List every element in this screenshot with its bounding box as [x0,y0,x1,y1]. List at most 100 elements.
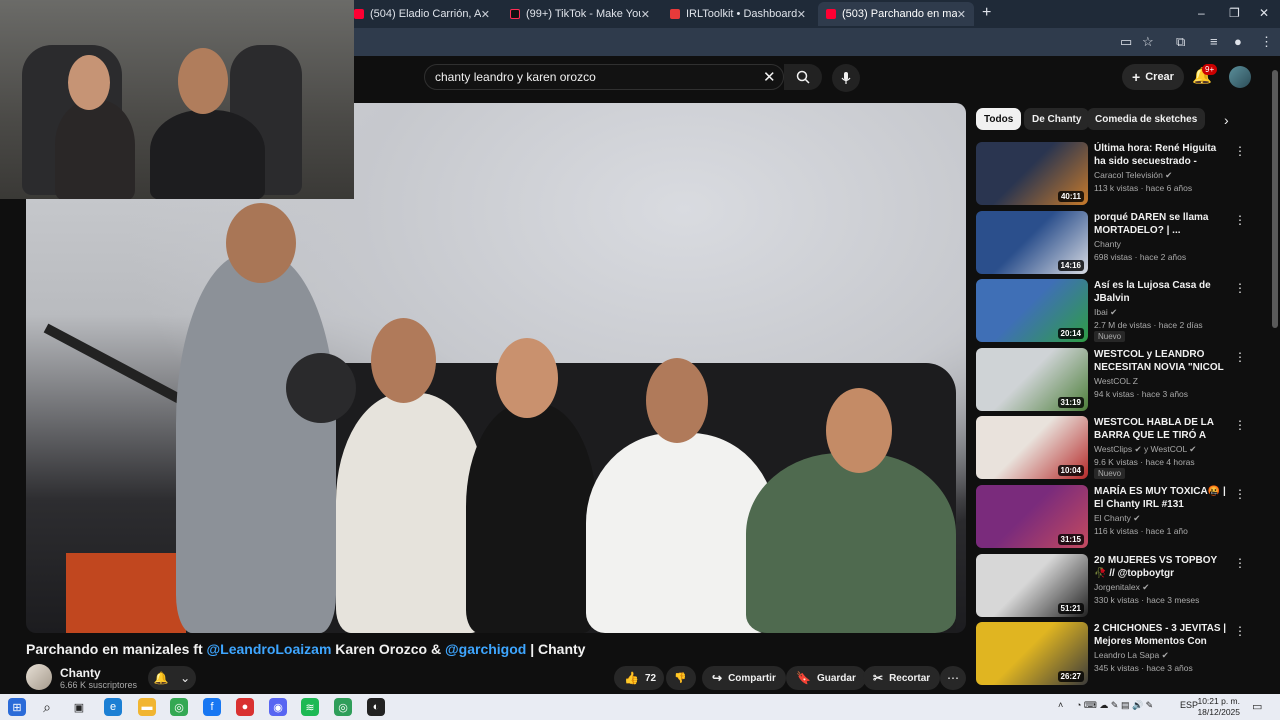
recommendation-item[interactable]: 31:19 WESTCOL y LEANDRO NECESITAN NOVIA "… [976,348,1246,412]
recommendation-item[interactable]: 40:11 Última hora: René Higuita ha sido s… [976,142,1246,206]
save-button[interactable]: 🔖 Guardar [786,666,866,690]
video-thumbnail[interactable]: 31:15 [976,485,1088,548]
close-tab-icon[interactable]: ✕ [797,8,806,21]
more-actions-button[interactable]: ⋯ [940,666,966,690]
search-button[interactable] [784,64,822,90]
recommendation-title[interactable]: porqué DAREN se llama MORTADELO? | ... [1094,211,1228,237]
recommendation-item[interactable]: 14:16 porqué DAREN se llama MORTADELO? | … [976,211,1246,275]
task-view-icon[interactable]: ▣ [70,698,88,716]
cast-icon[interactable]: ▭ [1120,34,1132,50]
video-thumbnail[interactable]: 14:16 [976,211,1088,274]
recommendation-channel[interactable]: Ibai ✔ [1094,307,1117,318]
search-icon[interactable]: ⌕ [38,698,56,716]
recommendation-item[interactable]: 10:04 WESTCOL HABLA DE LA BARRA QUE LE TI… [976,416,1246,480]
more-options-icon[interactable]: ⋮ [1234,624,1246,638]
recommendation-item[interactable]: 26:27 2 CHICHONES - 3 JEVITAS | Mejores M… [976,622,1246,686]
chevron-right-icon[interactable]: › [1224,112,1229,128]
mention-link[interactable]: @LeandroLoaizam [207,641,332,657]
tab-parchando[interactable]: (503) Parchando en manizales ✕ [818,2,974,26]
clear-search-icon[interactable]: ✕ [763,68,776,86]
video-thumbnail[interactable]: 10:04 [976,416,1088,479]
file-explorer-icon[interactable]: ▬ [138,698,156,716]
share-button[interactable]: ↪ Compartir [702,666,786,690]
recommendation-channel[interactable]: Chanty [1094,239,1121,249]
subscription-bell-button[interactable]: 🔔 ⌄ [148,666,196,690]
minimize-button[interactable]: – [1198,6,1205,20]
channel-name[interactable]: Chanty [60,666,101,680]
facebook-icon[interactable]: f [203,698,221,716]
recommendation-title[interactable]: 20 MUJERES VS TOPBOY 🥀 // @topboytgr [1094,554,1228,580]
video-duration: 31:19 [1057,397,1084,408]
more-options-icon[interactable]: ⋮ [1234,350,1246,364]
channel-avatar[interactable] [26,664,52,690]
close-tab-icon[interactable]: ✕ [481,8,490,21]
dislike-button[interactable]: 👎 [666,666,696,690]
recommendation-channel[interactable]: El Chanty ✔ [1094,513,1140,524]
save-label: Guardar [816,672,856,684]
voice-search-button[interactable] [832,64,860,92]
spotify-icon[interactable]: ≋ [301,698,319,716]
close-tab-icon[interactable]: ✕ [957,8,966,21]
microphone-icon [841,72,851,84]
search-input[interactable]: chanty leandro y karen orozco [424,64,784,90]
mention-link[interactable]: @garchigod [445,641,526,657]
video-thumbnail[interactable]: 51:21 [976,554,1088,617]
more-options-icon[interactable]: ⋮ [1234,556,1246,570]
recommendation-item[interactable]: 51:21 20 MUJERES VS TOPBOY 🥀 // @topboytg… [976,554,1246,618]
recommendation-channel[interactable]: Jorgenitalex ✔ [1094,582,1149,593]
chip-comedia[interactable]: Comedia de sketches [1087,108,1206,130]
more-options-icon[interactable]: ⋮ [1234,213,1246,227]
account-avatar[interactable] [1229,66,1251,88]
video-person-head [226,203,296,283]
recommendation-channel[interactable]: WestCOL Z [1094,376,1138,386]
close-window-button[interactable]: ✕ [1259,6,1269,20]
tray-icons[interactable]: ◔ ⌨ ☁ ✎ ▤ 🔊 ✎ [1076,700,1153,711]
recommendation-title[interactable]: Así es la Lujosa Casa de JBalvin [1094,279,1228,305]
chip-todos[interactable]: Todos [976,108,1022,130]
video-thumbnail[interactable]: 20:14 [976,279,1088,342]
recommendation-title[interactable]: 2 CHICHONES - 3 JEVITAS | Mejores Moment… [1094,622,1228,648]
obs-icon[interactable]: ◐ [367,698,385,716]
restore-button[interactable]: ❐ [1229,6,1240,20]
app-icon[interactable]: ● [236,698,254,716]
video-thumbnail[interactable]: 40:11 [976,142,1088,205]
system-clock[interactable]: 10:21 p. m. 18/12/2025 [1196,696,1240,718]
recommendation-item[interactable]: 20:14 Así es la Lujosa Casa de JBalvin Iba… [976,279,1246,343]
recommendation-item[interactable]: 31:15 MARÍA ES MUY TOXICA🤬 | El Chanty IR… [976,485,1246,549]
recommendation-title[interactable]: WESTCOL y LEANDRO NECESITAN NOVIA "NICOL… [1094,348,1228,374]
recommendation-channel[interactable]: Caracol Televisión ✔ [1094,170,1172,181]
like-button[interactable]: 👍 72 [614,666,664,690]
tab-eladio[interactable]: (504) Eladio Carrión, Arcángel ✕ [346,2,498,26]
scrollbar[interactable] [1272,70,1278,328]
chrome-profile-icon[interactable]: ◎ [334,698,352,716]
recommendation-channel[interactable]: WestClips ✔ y WestCOL ✔ [1094,444,1196,455]
recommendation-title[interactable]: WESTCOL HABLA DE LA BARRA QUE LE TIRÓ A … [1094,416,1228,442]
more-options-icon[interactable]: ⋮ [1234,144,1246,158]
recommendation-title[interactable]: Última hora: René Higuita ha sido secues… [1094,142,1228,168]
chip-de-chanty[interactable]: De Chanty [1024,108,1090,130]
recommendation-channel[interactable]: Leandro La Sapa ✔ [1094,650,1169,661]
new-tab-button[interactable]: + [982,4,991,22]
more-options-icon[interactable]: ⋮ [1234,418,1246,432]
menu-icon[interactable]: ⋮ [1260,34,1273,50]
windows-start-icon[interactable]: ⊞ [8,698,26,716]
chrome-icon[interactable]: ◎ [170,698,188,716]
edge-icon[interactable]: e [104,698,122,716]
profile-icon[interactable]: ● [1234,34,1242,49]
tab-tiktok[interactable]: (99+) TikTok - Make Your Day ✕ [502,2,658,26]
more-options-icon[interactable]: ⋮ [1234,487,1246,501]
extensions-icon[interactable]: ⧉ [1176,34,1185,50]
bookmark-star-icon[interactable]: ☆ [1142,34,1154,50]
video-thumbnail[interactable]: 31:19 [976,348,1088,411]
discord-icon[interactable]: ◉ [269,698,287,716]
chevron-up-icon[interactable]: ˄ [1058,700,1063,710]
close-tab-icon[interactable]: ✕ [641,8,650,21]
tab-irltoolkit[interactable]: IRLToolkit • Dashboard ✕ [662,2,814,26]
clip-button[interactable]: ✂ Recortar [863,666,941,690]
notification-center-icon[interactable]: ▭ [1252,700,1262,713]
video-thumbnail[interactable]: 26:27 [976,622,1088,685]
more-options-icon[interactable]: ⋮ [1234,281,1246,295]
recommendation-title[interactable]: MARÍA ES MUY TOXICA🤬 | El Chanty IRL #13… [1094,485,1228,511]
media-icon[interactable]: ≡ [1210,34,1218,49]
create-button[interactable]: + Crear [1122,64,1184,90]
